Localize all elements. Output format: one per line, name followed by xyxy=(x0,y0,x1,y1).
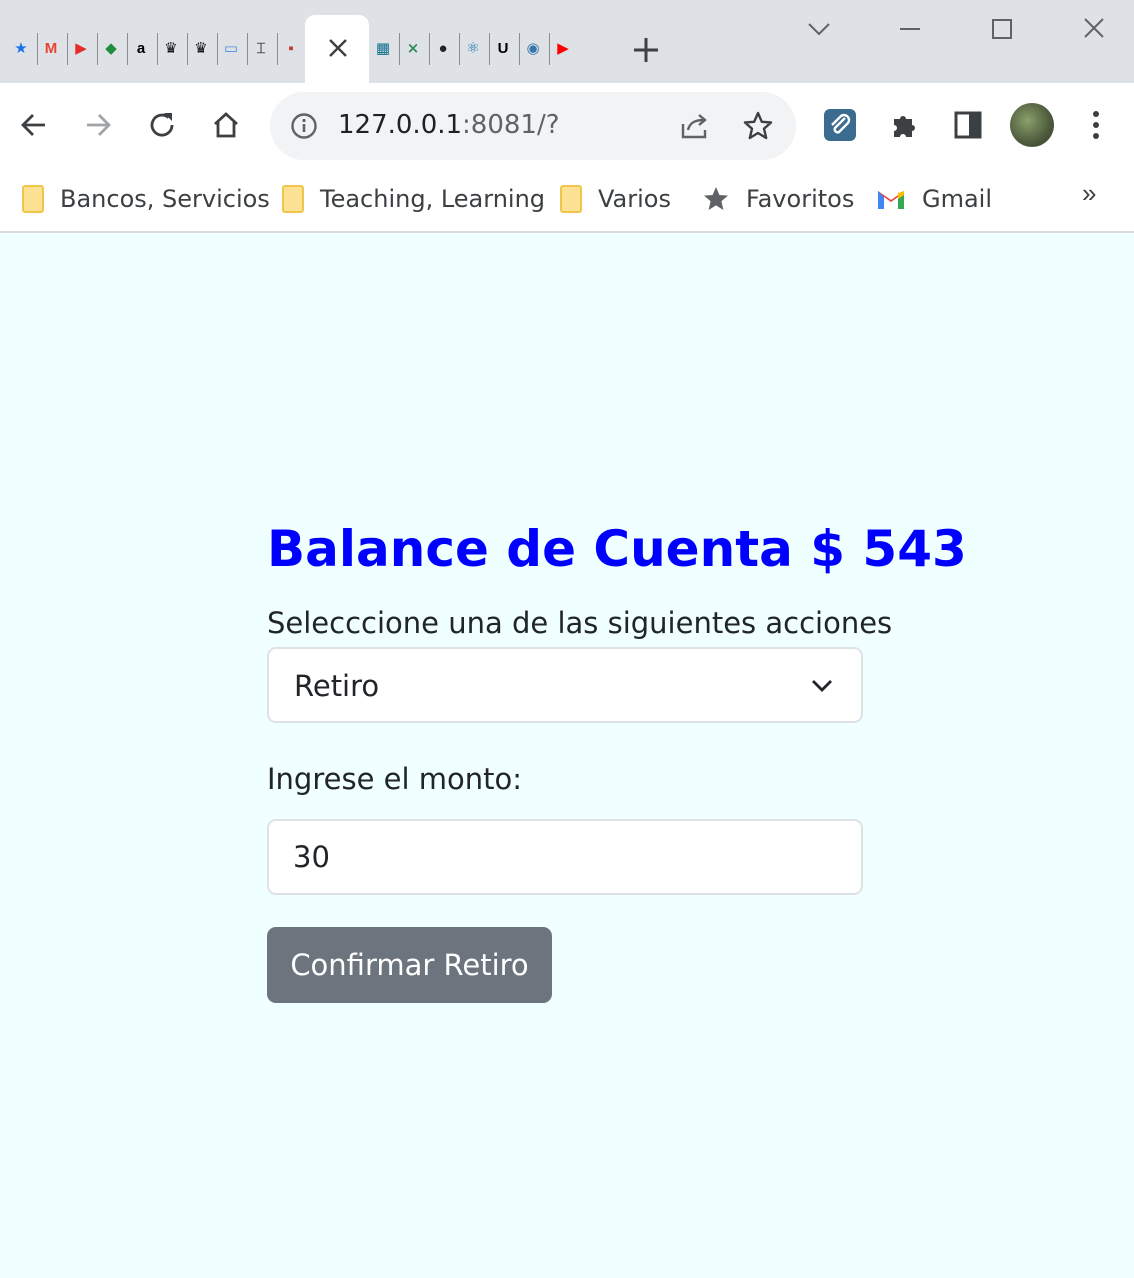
star-icon xyxy=(704,187,728,210)
bookmark-favoritos[interactable]: Favoritos xyxy=(702,181,854,217)
minimize-icon[interactable] xyxy=(892,12,928,46)
home-icon xyxy=(214,112,238,138)
gmail-icon xyxy=(878,191,904,209)
pillar-favicon[interactable]: ⌶ xyxy=(250,32,272,64)
active-tab[interactable] xyxy=(305,15,369,83)
tab-separator xyxy=(489,33,490,65)
monitor-favicon[interactable]: ▭ xyxy=(220,32,242,64)
bookmark-gmail[interactable]: Gmail xyxy=(876,181,992,217)
crown-favicon[interactable]: ♛ xyxy=(160,32,182,64)
tab-separator xyxy=(187,33,188,65)
reload-button[interactable] xyxy=(140,103,184,147)
url-text[interactable]: 127.0.0.1:8081/? xyxy=(338,110,560,140)
amazon-favicon[interactable]: a xyxy=(130,32,152,64)
crown-favicon[interactable]: ♛ xyxy=(190,32,212,64)
tab-separator xyxy=(399,33,400,65)
atom-favicon[interactable]: ⚛ xyxy=(462,32,484,64)
bookmarks-overflow-button[interactable]: » xyxy=(1082,178,1096,209)
tab-separator xyxy=(247,33,248,65)
bookmark-label: Gmail xyxy=(922,185,993,213)
forward-button[interactable] xyxy=(76,103,120,147)
green-arrows-favicon[interactable]: ⨯ xyxy=(402,32,424,64)
side-panel-icon xyxy=(954,111,982,139)
bookmarks-bar: Bancos, Servicios Teaching, Learning Var… xyxy=(0,169,1134,233)
gmail-favicon[interactable]: M xyxy=(40,32,62,64)
action-label: Selecccione una de las siguientes accion… xyxy=(267,606,893,640)
github-favicon[interactable]: ● xyxy=(432,32,454,64)
youtube-red-favicon[interactable]: ▶ xyxy=(70,32,92,64)
tab-separator xyxy=(37,33,38,65)
url-path: :8081/? xyxy=(462,110,560,140)
tab-separator xyxy=(217,33,218,65)
tab-separator xyxy=(519,33,520,65)
menu-button[interactable] xyxy=(1074,103,1118,147)
extension-pin-button[interactable] xyxy=(818,103,862,147)
extensions-button[interactable] xyxy=(882,103,926,147)
folder-icon xyxy=(560,185,582,213)
site-info-icon[interactable] xyxy=(290,112,318,140)
confirm-withdrawal-button[interactable]: Confirmar Retiro xyxy=(267,927,552,1003)
tab-separator xyxy=(277,33,278,65)
bookmark-label: Favoritos xyxy=(746,185,855,213)
tab-separator xyxy=(67,33,68,65)
new-tab-icon[interactable] xyxy=(630,34,662,66)
bookmark-label: Bancos, Servicios xyxy=(60,185,270,213)
tab-separator xyxy=(157,33,158,65)
folder-icon xyxy=(22,185,44,213)
tab-separator xyxy=(127,33,128,65)
close-tab-icon[interactable] xyxy=(324,34,352,62)
bookmark-label: Varios xyxy=(598,185,671,213)
amount-input[interactable] xyxy=(267,819,863,895)
youtube-favicon[interactable]: ▶ xyxy=(552,32,574,64)
action-select-value: Retiro xyxy=(294,669,380,703)
arrow-right-icon xyxy=(87,114,111,136)
window-close-icon[interactable] xyxy=(1076,12,1112,46)
tab-separator xyxy=(97,33,98,65)
bookmark-folder-teaching[interactable]: Teaching, Learning xyxy=(282,181,545,217)
tab-strip: ★ M ▶ ◆ a ♛ ♛ ▭ ⌶ ▪ ▦ ⨯ ● ⚛ U ◉ ▶ xyxy=(0,0,1134,83)
side-panel-button[interactable] xyxy=(946,103,990,147)
maximize-icon[interactable] xyxy=(984,12,1020,46)
arrow-left-icon xyxy=(21,114,45,136)
tab-separator xyxy=(459,33,460,65)
python-favicon[interactable]: ◉ xyxy=(522,32,544,64)
green-leaf-favicon[interactable]: ◆ xyxy=(100,32,122,64)
profile-avatar[interactable] xyxy=(1010,103,1054,147)
circuit-favicon[interactable]: ▦ xyxy=(372,32,394,64)
star-favicon[interactable]: ★ xyxy=(10,32,32,64)
paperclip-extension-icon xyxy=(824,109,856,141)
kebab-menu-icon xyxy=(1093,111,1099,139)
chevron-down-icon xyxy=(812,680,832,692)
amount-label: Ingrese el monto: xyxy=(267,762,523,796)
bookmark-folder-varios[interactable]: Varios xyxy=(560,181,671,217)
share-icon[interactable] xyxy=(678,110,712,142)
tab-separator xyxy=(429,33,430,65)
folder-icon xyxy=(282,185,304,213)
page-title: Balance de Cuenta $ 543 xyxy=(267,520,967,578)
bookmark-star-icon[interactable] xyxy=(742,110,774,142)
browser-toolbar: 127.0.0.1:8081/? xyxy=(0,83,1134,169)
action-select[interactable]: Retiro xyxy=(267,647,863,723)
bookmark-folder-bancos[interactable]: Bancos, Servicios xyxy=(22,181,270,217)
address-bar[interactable]: 127.0.0.1:8081/? xyxy=(270,92,796,160)
puzzle-icon xyxy=(894,116,915,137)
url-host: 127.0.0.1 xyxy=(338,110,463,140)
back-button[interactable] xyxy=(12,103,56,147)
reload-icon xyxy=(150,113,174,137)
u-favicon[interactable]: U xyxy=(492,32,514,64)
small-favicon[interactable]: ▪ xyxy=(280,32,302,64)
tab-search-chevron-icon[interactable] xyxy=(801,12,837,46)
home-button[interactable] xyxy=(204,103,248,147)
tab-separator xyxy=(549,33,550,65)
bookmark-label: Teaching, Learning xyxy=(320,185,546,213)
